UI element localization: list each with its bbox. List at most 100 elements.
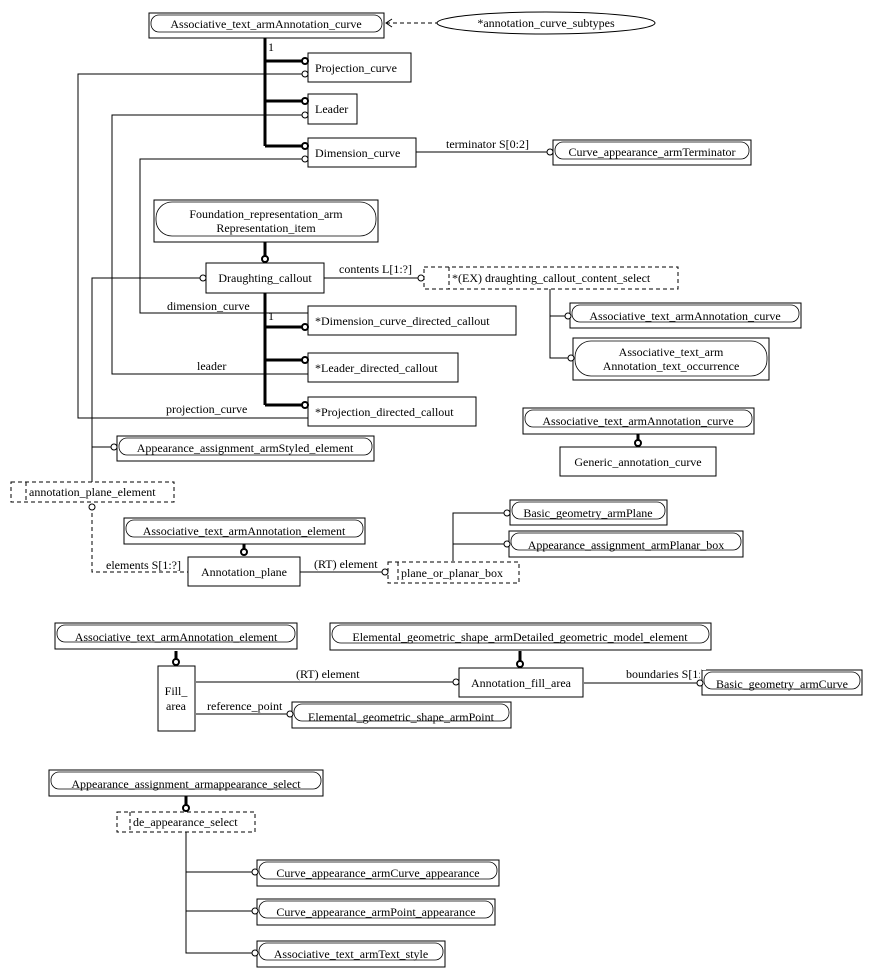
node-label: Annotation_fill_area bbox=[471, 676, 572, 690]
rt-element-label: (RT) element bbox=[314, 557, 378, 571]
node-curve-appearance-terminator[interactable]: Curve_appearance_armTerminator bbox=[552, 139, 752, 166]
node-label: Elemental_geometric_shape_armDetailed_ge… bbox=[352, 630, 688, 644]
node-generic-annotation-curve[interactable]: Generic_annotation_curve bbox=[559, 446, 717, 477]
node-de-appearance-select[interactable]: de_appearance_select bbox=[116, 811, 256, 833]
cardinality-label: 1 bbox=[268, 309, 274, 323]
node-label: Associative_text_armText_style bbox=[274, 947, 428, 961]
node-associative-annotation-curve-top[interactable]: Associative_text_armAnnotation_curve bbox=[148, 12, 385, 39]
node-label: Associative_text_armAnnotation_curve bbox=[542, 414, 733, 428]
node-appearance-select[interactable]: Appearance_assignment_armappearance_sele… bbox=[48, 769, 324, 797]
select-branch-text-occurrence bbox=[549, 289, 569, 359]
end-circle-thick bbox=[261, 255, 269, 263]
node-label-line2: Annotation_text_occurrence bbox=[603, 359, 740, 373]
end-circle bbox=[301, 70, 309, 78]
node-label: Appearance_assignment_armPlanar_box bbox=[528, 538, 725, 552]
node-label: Basic_geometry_armCurve bbox=[716, 677, 848, 691]
end-circle bbox=[301, 111, 309, 119]
node-point-appearance[interactable]: Curve_appearance_armPoint_appearance bbox=[256, 898, 496, 926]
node-draughting-callout[interactable]: Draughting_callout bbox=[205, 262, 325, 294]
node-styled-element[interactable]: Appearance_assignment_armStyled_element bbox=[116, 435, 375, 462]
node-associative-annotation-element-2[interactable]: Associative_text_armAnnotation_element bbox=[54, 622, 298, 650]
end-circle bbox=[546, 148, 554, 156]
node-projection-curve[interactable]: Projection_curve bbox=[307, 52, 412, 83]
rt-element-label: (RT) element bbox=[296, 667, 360, 681]
node-label: Curve_appearance_armPoint_appearance bbox=[276, 905, 475, 919]
end-circle bbox=[417, 274, 425, 282]
node-annotation-curve-subtypes[interactable]: *annotation_curve_subtypes bbox=[436, 11, 656, 35]
boundaries-label: boundaries S[1:?] bbox=[626, 667, 711, 681]
node-associative-annotation-curve-right[interactable]: Associative_text_armAnnotation_curve bbox=[522, 407, 755, 435]
end-circle bbox=[251, 868, 259, 876]
node-label-line1: Associative_text_arm bbox=[619, 345, 724, 359]
node-label: Associative_text_armAnnotation_curve bbox=[589, 309, 780, 323]
terminator-label: terminator S[0:2] bbox=[446, 137, 529, 151]
node-label-line1: Foundation_representation_arm bbox=[189, 207, 343, 221]
end-circle bbox=[452, 678, 460, 686]
node-text-style[interactable]: Associative_text_armText_style bbox=[256, 940, 446, 968]
end-circle-thick bbox=[240, 548, 248, 556]
node-annotation-plane-element[interactable]: annotation_plane_element bbox=[10, 481, 175, 503]
node-label: *annotation_curve_subtypes bbox=[477, 16, 615, 30]
cardinality-label: 1 bbox=[268, 40, 274, 54]
node-planar-box[interactable]: Appearance_assignment_armPlanar_box bbox=[508, 530, 744, 558]
end-circle bbox=[503, 509, 511, 517]
end-circle-thick bbox=[182, 804, 190, 812]
node-associative-annotation-element-1[interactable]: Associative_text_armAnnotation_element bbox=[123, 517, 366, 545]
node-basic-geometry-plane[interactable]: Basic_geometry_armPlane bbox=[509, 499, 668, 526]
node-leader-directed-callout[interactable]: *Leader_directed_callout bbox=[307, 352, 459, 383]
node-foundation-representation-item[interactable]: Foundation_representation_arm Representa… bbox=[153, 199, 379, 243]
end-circle-thick bbox=[301, 142, 309, 150]
node-projection-directed-callout[interactable]: *Projection_directed_callout bbox=[307, 396, 477, 427]
node-associative-annotation-curve-mid[interactable]: Associative_text_armAnnotation_curve bbox=[569, 302, 802, 329]
node-curve-appearance[interactable]: Curve_appearance_armCurve_appearance bbox=[256, 859, 500, 887]
node-plane-or-planar-box[interactable]: plane_or_planar_box bbox=[387, 561, 520, 584]
node-fill-area[interactable]: Fill_ area bbox=[157, 665, 196, 732]
node-leader[interactable]: Leader bbox=[307, 93, 358, 125]
end-circle bbox=[110, 443, 118, 451]
node-label: plane_or_planar_box bbox=[401, 566, 503, 580]
node-label-line2: area bbox=[166, 699, 187, 713]
node-label: Appearance_assignment_armStyled_element bbox=[137, 441, 354, 455]
node-draughting-callout-content-select[interactable]: *(EX) draughting_callout_content_select bbox=[423, 266, 679, 290]
end-circle bbox=[88, 503, 96, 511]
node-label: Dimension_curve bbox=[315, 146, 400, 160]
end-circle-thick bbox=[301, 57, 309, 65]
end-circle-thick bbox=[301, 356, 309, 364]
node-label: *Leader_directed_callout bbox=[315, 361, 438, 375]
node-label: de_appearance_select bbox=[133, 815, 238, 829]
node-annotation-fill-area[interactable]: Annotation_fill_area bbox=[458, 667, 584, 698]
node-dimension-curve-directed-callout[interactable]: *Dimension_curve_directed_callout bbox=[307, 305, 517, 336]
end-circle bbox=[251, 949, 259, 957]
end-circle bbox=[286, 710, 294, 718]
node-label: annotation_plane_element bbox=[29, 485, 156, 499]
end-circle bbox=[564, 312, 572, 320]
end-circle bbox=[381, 568, 389, 576]
end-circle-thick bbox=[301, 401, 309, 409]
node-label: Annotation_plane bbox=[201, 565, 287, 579]
node-label: Appearance_assignment_armappearance_sele… bbox=[71, 777, 301, 791]
node-basic-geometry-curve[interactable]: Basic_geometry_armCurve bbox=[701, 669, 863, 696]
end-circle bbox=[251, 907, 259, 915]
select-branch-basic-plane bbox=[452, 512, 505, 561]
leader-relationship bbox=[111, 114, 308, 375]
node-annotation-plane[interactable]: Annotation_plane bbox=[187, 556, 301, 587]
elements-label: elements S[1:?] bbox=[106, 558, 181, 572]
node-label: Draughting_callout bbox=[218, 271, 312, 285]
label-clip-mask bbox=[702, 668, 706, 670]
node-label: Associative_text_armAnnotation_element bbox=[143, 524, 346, 538]
node-label-line1: Fill_ bbox=[165, 684, 189, 698]
node-elemental-point[interactable]: Elemental_geometric_shape_armPoint bbox=[291, 701, 512, 729]
node-annotation-text-occurrence[interactable]: Associative_text_arm Annotation_text_occ… bbox=[572, 337, 770, 381]
end-circle-thick bbox=[516, 660, 524, 668]
node-label: Leader bbox=[315, 102, 348, 116]
node-label: Associative_text_armAnnotation_element bbox=[75, 630, 278, 644]
select-branch-text-style bbox=[185, 832, 253, 954]
node-dimension-curve[interactable]: Dimension_curve bbox=[307, 137, 417, 168]
node-label: Projection_curve bbox=[315, 61, 397, 75]
node-label: *(EX) draughting_callout_content_select bbox=[452, 271, 651, 285]
node-label: Elemental_geometric_shape_armPoint bbox=[308, 710, 495, 724]
contents-label: contents L[1:?] bbox=[339, 262, 412, 276]
end-circle bbox=[301, 155, 309, 163]
end-circle-thick bbox=[172, 658, 180, 666]
node-detailed-geometric-model-element[interactable]: Elemental_geometric_shape_armDetailed_ge… bbox=[329, 622, 712, 651]
